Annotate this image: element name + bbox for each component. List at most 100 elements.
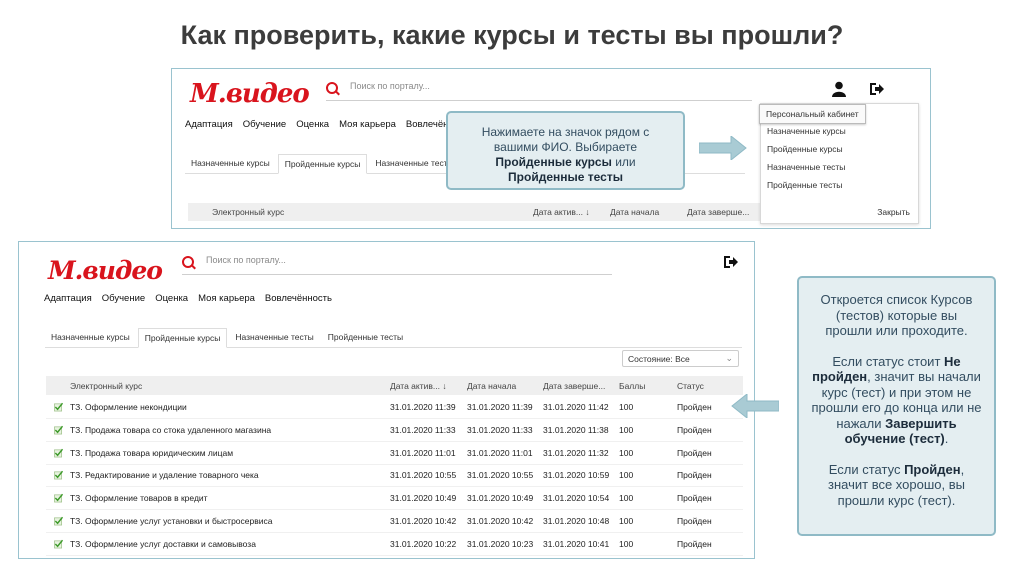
main-nav: Адаптация Обучение Оценка Моя карьера Вовлеч… xyxy=(185,119,464,130)
nav-item-assessment[interactable]: Оценка xyxy=(155,293,188,304)
cell-end: 31.01.2020 10:48 xyxy=(543,516,610,526)
callout-text-line1: Нажимаете на значок рядом с xyxy=(481,125,650,139)
col-active-date[interactable]: Дата актив... ↓ xyxy=(390,381,447,391)
cell-start: 31.01.2020 10:42 xyxy=(467,516,534,526)
col-start-date[interactable]: Дата начала xyxy=(610,207,659,217)
callout-paragraph-list: Откроется список Курсов (тестов) которые… xyxy=(820,292,973,338)
arrow-right-icon xyxy=(699,136,747,160)
table-row[interactable]: ТЗ. Оформление услуг установки и быстрос… xyxy=(46,510,743,533)
main-nav: Адаптация Обучение Оценка Моя карьера Вовлеч… xyxy=(44,293,342,304)
user-icon[interactable] xyxy=(832,81,846,97)
tab-assigned-courses[interactable]: Назначенные курсы xyxy=(185,154,276,172)
cell-status: Пройден xyxy=(677,447,712,458)
cell-status: Пройден xyxy=(677,493,712,504)
status-filter-select[interactable]: Состояние: Все ⌄ xyxy=(622,350,739,367)
cell-name[interactable]: ТЗ. Редактирование и удаление товарного … xyxy=(70,470,259,480)
search-icon xyxy=(182,256,194,268)
course-tabs: Назначенные курсы Пройденные курсы Назначе… xyxy=(45,327,742,348)
completed-check-icon xyxy=(54,448,63,458)
cell-start: 31.01.2020 10:55 xyxy=(467,470,534,481)
col-start-date[interactable]: Дата начала xyxy=(467,381,516,391)
nav-item-learning[interactable]: Обучение xyxy=(102,293,145,304)
cell-name[interactable]: ТЗ. Оформление некондиции xyxy=(70,402,187,412)
menu-close-link[interactable]: Закрыть xyxy=(877,207,910,217)
tab-assigned-tests[interactable]: Назначенные тесты xyxy=(229,328,319,346)
col-status[interactable]: Статус xyxy=(677,381,704,391)
cell-start: 31.01.2020 10:23 xyxy=(467,538,534,549)
completed-check-icon xyxy=(54,493,63,503)
col-active-date[interactable]: Дата актив... ↓ xyxy=(533,207,590,217)
status-filter-value: Состояние: Все xyxy=(628,354,690,364)
cell-active: 31.01.2020 10:42 xyxy=(390,516,457,526)
search-icon xyxy=(326,82,338,94)
menu-item-completed-tests[interactable]: Пройденные тесты xyxy=(767,180,842,190)
cell-score: 100 xyxy=(619,402,634,412)
completed-check-icon xyxy=(54,471,63,480)
cell-name[interactable]: ТЗ. Оформление услуг установки и быстрос… xyxy=(70,516,272,526)
callout-text-or: или xyxy=(611,155,636,169)
table-row[interactable]: ТЗ. Оформление товаров в кредит 31.01.202… xyxy=(46,487,743,511)
nav-item-adaptation[interactable]: Адаптация xyxy=(44,293,92,304)
col-course[interactable]: Электронный курс xyxy=(212,207,284,217)
tab-assigned-courses[interactable]: Назначенные курсы xyxy=(45,328,136,346)
table-row[interactable]: ТЗ. Оформление некондиции 31.01.2020 11:3… xyxy=(46,396,743,419)
slide-title: Как проверить, какие курсы и тесты вы пр… xyxy=(180,20,844,50)
callout-paragraph-passed: Если статус Пройден, значит все хорошо, … xyxy=(828,461,965,508)
nav-item-assessment[interactable]: Оценка xyxy=(296,119,329,130)
nav-item-adaptation[interactable]: Адаптация xyxy=(185,119,233,130)
callout-bold-completed-tests: Пройденные тесты xyxy=(508,170,623,184)
cell-name[interactable]: ТЗ. Оформление товаров в кредит xyxy=(70,493,208,503)
menu-item-personal-cabinet[interactable]: Персональный кабинет xyxy=(759,104,866,124)
table-row[interactable]: ТЗ. Редактирование и удаление товарного … xyxy=(46,464,743,488)
nav-item-career[interactable]: Моя карьера xyxy=(198,293,255,304)
cell-name[interactable]: ТЗ. Продажа товара со стока удаленного м… xyxy=(70,425,271,435)
callout-paragraph-not-passed: Если статус стоит Не пройден, значит вы … xyxy=(811,353,982,447)
cell-end: 31.01.2020 11:42 xyxy=(543,402,609,412)
search-bar[interactable] xyxy=(182,254,612,275)
cell-status: Пройден xyxy=(677,402,712,412)
callout-bold-completed-courses: Пройденные курсы xyxy=(495,155,612,169)
search-input[interactable] xyxy=(204,254,448,266)
tab-completed-courses[interactable]: Пройденные курсы xyxy=(277,154,368,174)
col-course[interactable]: Электронный курс xyxy=(70,381,142,391)
arrow-left-icon xyxy=(731,394,779,418)
cell-end: 31.01.2020 11:32 xyxy=(543,447,609,458)
cell-start: 31.01.2020 11:01 xyxy=(467,447,533,458)
cell-score: 100 xyxy=(619,470,634,481)
table-row[interactable]: ТЗ. Продажа товара со стока удаленного м… xyxy=(46,419,743,442)
tab-completed-courses[interactable]: Пройденные курсы xyxy=(137,328,228,348)
cell-name[interactable]: ТЗ. Оформление услуг доставки и самовыво… xyxy=(70,539,256,549)
col-end-date[interactable]: Дата заверше... xyxy=(687,207,749,217)
cell-end: 31.01.2020 10:41 xyxy=(543,538,610,549)
menu-item-completed-courses[interactable]: Пройденные курсы xyxy=(767,144,843,154)
nav-item-learning[interactable]: Обучение xyxy=(243,119,286,130)
logout-icon[interactable] xyxy=(869,82,885,96)
instruction-callout-status: Откроется список Курсов (тестов) которые… xyxy=(797,276,996,536)
instruction-callout-menu: Нажимаете на значок рядом с вашими ФИО. … xyxy=(446,111,685,190)
search-bar[interactable] xyxy=(326,80,752,101)
menu-item-assigned-courses[interactable]: Назначенные курсы xyxy=(767,126,846,136)
cell-status: Пройден xyxy=(677,516,712,526)
completed-check-icon xyxy=(54,402,63,412)
table-row[interactable]: ТЗ. Продажа товара юридическим лицам 31.0… xyxy=(46,442,743,465)
portal-screenshot-bottom: М.видео Адаптация Обучение Оценка Моя карье… xyxy=(18,241,755,559)
col-score[interactable]: Баллы xyxy=(619,381,645,391)
cell-active: 31.01.2020 10:55 xyxy=(390,470,457,481)
cell-score: 100 xyxy=(619,493,634,504)
col-end-date[interactable]: Дата заверше... xyxy=(543,381,605,391)
cell-score: 100 xyxy=(619,447,634,458)
cell-score: 100 xyxy=(619,516,634,526)
mvideo-logo: М.видео xyxy=(48,256,163,285)
table-row[interactable]: ТЗ. Оформление услуг доставки и самовыво… xyxy=(46,533,743,556)
tab-completed-tests[interactable]: Пройденные тесты xyxy=(322,328,409,346)
cell-end: 31.01.2020 11:38 xyxy=(543,424,609,435)
callout-bold-passed: Пройден xyxy=(904,461,961,477)
nav-item-career[interactable]: Моя карьера xyxy=(339,119,396,130)
nav-item-engagement[interactable]: Вовлечённость xyxy=(265,293,332,304)
search-input[interactable] xyxy=(348,80,592,92)
cell-start: 31.01.2020 10:49 xyxy=(467,493,534,504)
logout-icon[interactable] xyxy=(723,255,739,269)
cell-status: Пройден xyxy=(677,424,712,435)
cell-name[interactable]: ТЗ. Продажа товара юридическим лицам xyxy=(70,448,233,458)
menu-item-assigned-tests[interactable]: Назначенные тесты xyxy=(767,162,845,172)
